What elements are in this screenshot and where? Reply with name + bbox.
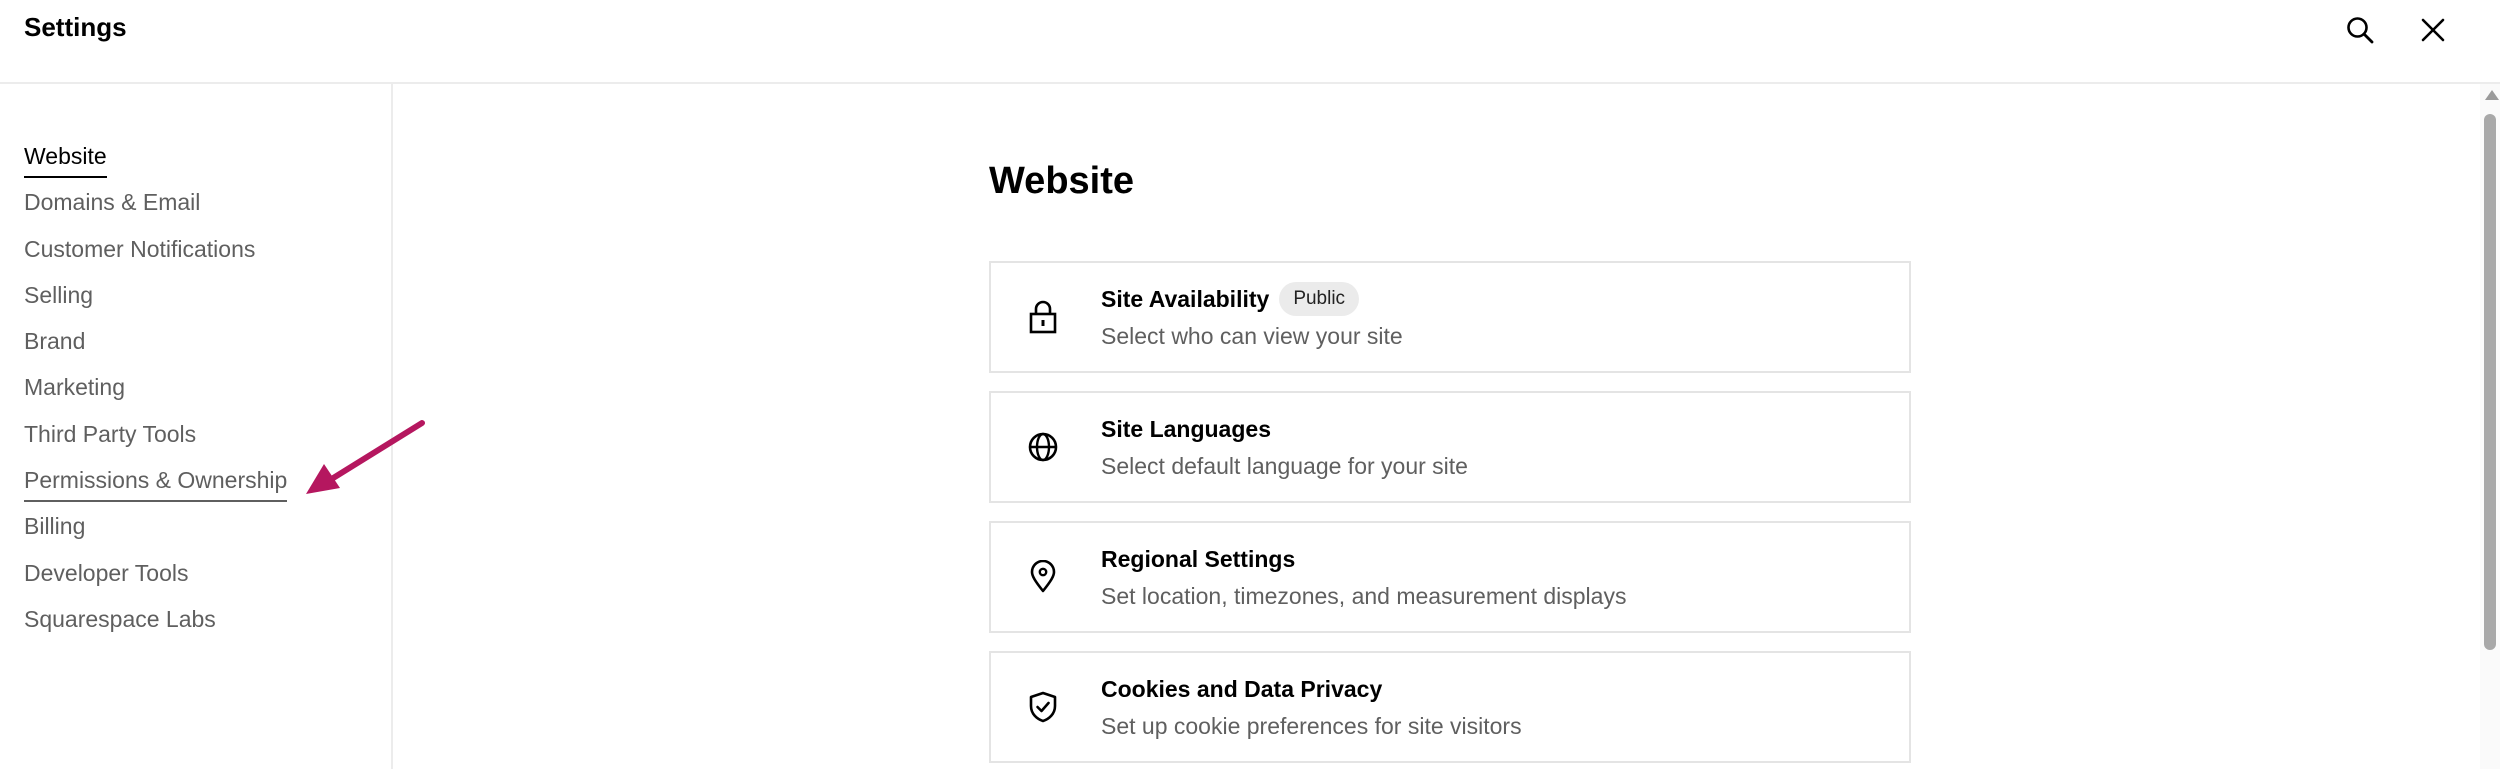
- globe-icon: [1025, 429, 1061, 465]
- site-availability-card[interactable]: Site Availability Public Select who can …: [989, 261, 1911, 373]
- section-title: Website: [989, 160, 1135, 202]
- vertical-scrollbar[interactable]: [2480, 84, 2500, 769]
- sidebar-item-label[interactable]: Third Party Tools: [24, 420, 196, 454]
- sidebar-item-billing[interactable]: Billing: [24, 512, 287, 558]
- sidebar-item-permissions-ownership[interactable]: Permissions & Ownership: [24, 466, 288, 512]
- close-button[interactable]: [2411, 8, 2455, 52]
- card-subtitle: Select who can view your site: [1101, 323, 1403, 349]
- sidebar-item-label[interactable]: Customer Notifications: [24, 235, 255, 269]
- settings-main: Website Site Availability Public Select …: [395, 84, 2475, 769]
- sidebar-item-squarespace-labs[interactable]: Squarespace Labs: [24, 605, 287, 651]
- sidebar-item-brand[interactable]: Brand: [24, 327, 287, 373]
- settings-header: Settings: [0, 0, 2500, 84]
- sidebar-item-label[interactable]: Website: [24, 142, 107, 178]
- card-title: Site Languages: [1101, 416, 1271, 442]
- card-subtitle: Set location, timezones, and measurement…: [1101, 583, 1627, 609]
- sidebar-item-label[interactable]: Developer Tools: [24, 559, 189, 593]
- close-icon: [2421, 18, 2445, 42]
- page-title: Settings: [24, 12, 127, 42]
- search-button[interactable]: [2338, 8, 2382, 52]
- sidebar-item-label[interactable]: Brand: [24, 327, 85, 361]
- search-icon: [2347, 17, 2374, 44]
- sidebar-item-third-party-tools[interactable]: Third Party Tools: [24, 420, 287, 466]
- card-subtitle: Select default language for your site: [1101, 453, 1468, 479]
- sidebar-item-label[interactable]: Billing: [24, 512, 85, 546]
- card-title: Regional Settings: [1101, 546, 1296, 572]
- sidebar-nav-list: Website Domains & Email Customer Notific…: [24, 142, 288, 651]
- sidebar-item-website[interactable]: Website: [24, 142, 287, 188]
- sidebar-item-developer-tools[interactable]: Developer Tools: [24, 559, 287, 605]
- sidebar-item-label[interactable]: Domains & Email: [24, 188, 200, 222]
- sidebar-item-selling[interactable]: Selling: [24, 281, 287, 327]
- sidebar-item-label[interactable]: Permissions & Ownership: [24, 466, 288, 503]
- regional-settings-card[interactable]: Regional Settings Set location, timezone…: [989, 521, 1911, 633]
- scrollbar-thumb[interactable]: [2484, 114, 2496, 650]
- sidebar-item-customer-notifications[interactable]: Customer Notifications: [24, 235, 287, 281]
- card-title: Cookies and Data Privacy: [1101, 676, 1383, 702]
- card-title: Site Availability: [1101, 286, 1270, 312]
- location-pin-icon: [1025, 559, 1061, 595]
- sidebar-item-label[interactable]: Marketing: [24, 373, 125, 407]
- scroll-up-arrow-icon[interactable]: [2485, 90, 2499, 100]
- site-languages-card[interactable]: Site Languages Select default language f…: [989, 391, 1911, 503]
- sidebar-item-marketing[interactable]: Marketing: [24, 373, 287, 419]
- sidebar-item-label[interactable]: Selling: [24, 281, 93, 315]
- sidebar-item-domains-email[interactable]: Domains & Email: [24, 188, 287, 234]
- card-subtitle: Set up cookie preferences for site visit…: [1101, 713, 1522, 739]
- sidebar-item-label[interactable]: Squarespace Labs: [24, 605, 216, 639]
- status-badge: Public: [1279, 282, 1360, 316]
- shield-check-icon: [1025, 689, 1061, 725]
- cookies-data-privacy-card[interactable]: Cookies and Data Privacy Set up cookie p…: [989, 651, 1911, 763]
- lock-icon: [1025, 299, 1061, 335]
